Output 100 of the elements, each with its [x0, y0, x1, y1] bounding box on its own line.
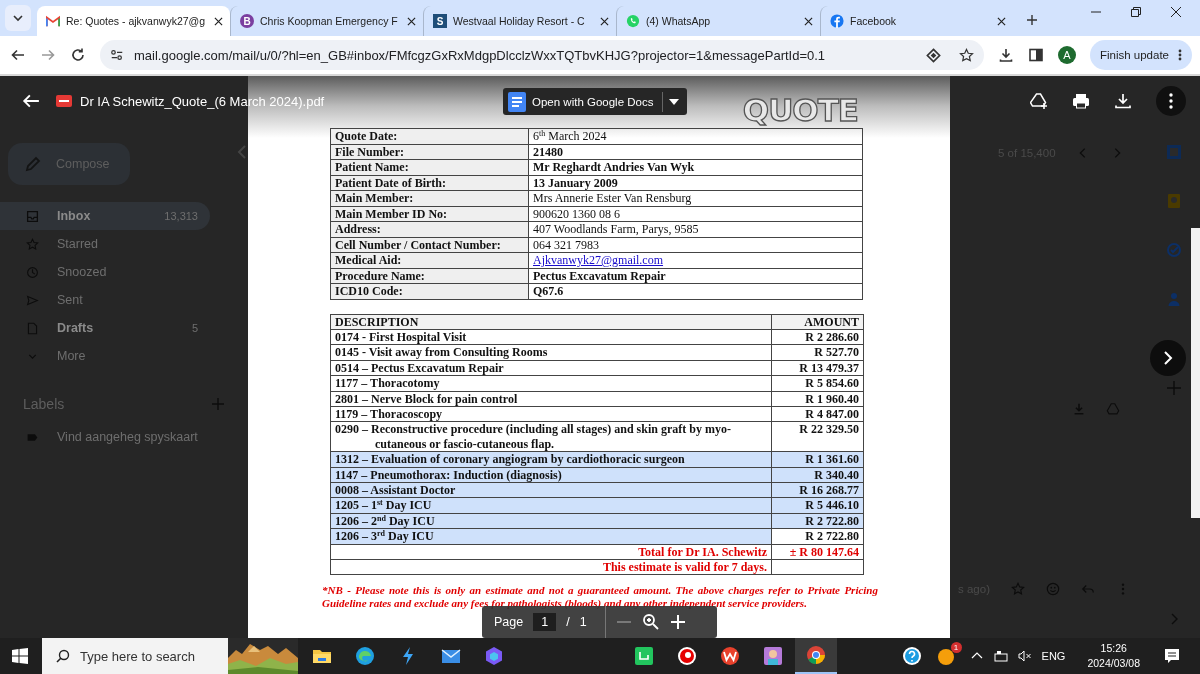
language-indicator[interactable]: ENG — [1041, 650, 1066, 662]
round-app-icon[interactable] — [935, 646, 956, 666]
mail-icon[interactable] — [441, 646, 461, 666]
circle-app-icon[interactable] — [677, 646, 697, 666]
profile-avatar[interactable]: A — [1057, 46, 1076, 64]
table-cell: 1179 – Thoracoscopy — [330, 406, 772, 422]
chevron-right-icon — [1163, 351, 1173, 365]
address-bar[interactable]: mail.google.com/mail/u/0/?hl=en_GB#inbox/FMfcgzGxRxMdgpDlcclzWxxTQTbvKHJG?projector=1&messagePartId=0.1 — [100, 40, 984, 70]
table-cell: Q67.6 — [528, 283, 863, 299]
notifications-icon[interactable] — [1162, 646, 1182, 666]
table-cell: 21480 — [528, 144, 863, 160]
table-cell: Mrs Annerie Ester Van Rensburg — [528, 190, 863, 206]
table-cell: 064 321 7983 — [528, 237, 863, 253]
table-cell: R 13 479.37 — [771, 360, 864, 376]
mail-folder[interactable]: Inbox 13,313 — [0, 202, 210, 230]
table-cell: 0174 - First Hospital Visit — [330, 329, 772, 345]
zoom-in-icon[interactable] — [669, 614, 686, 630]
scrollbar[interactable] — [1191, 228, 1200, 518]
table-cell: 1177 – Thoracotomy — [330, 375, 772, 392]
close-icon[interactable] — [997, 16, 1006, 26]
page-number-field[interactable]: 1 — [533, 613, 557, 631]
open-with-docs-button[interactable]: Open with Google Docs — [503, 88, 687, 115]
star-icon — [26, 237, 39, 251]
browser-tab[interactable]: Re: Quotes - ajkvanwyk27@g — [37, 6, 230, 36]
plus-icon — [1026, 14, 1038, 26]
mail-folder[interactable]: Drafts 5 — [0, 314, 210, 342]
close-icon[interactable] — [600, 16, 609, 26]
chevron-down-icon — [12, 12, 24, 24]
notification-badge: 1 — [950, 642, 962, 653]
more-icon — [1169, 93, 1173, 109]
game-app-icon[interactable] — [763, 646, 783, 666]
office-app-icon[interactable] — [720, 646, 740, 666]
table-cell: R 2 722.80 — [771, 528, 864, 545]
table-cell: 6$^{th}$ March 2024 — [528, 128, 863, 144]
back-arrow-icon[interactable] — [10, 47, 26, 63]
next-button[interactable] — [1150, 340, 1186, 376]
drive-add-icon[interactable] — [1030, 92, 1048, 110]
table-cell: 0290 – Reconstructive procedure (including all stages) and skin graft by myo-cutaneous or fascio-cutaneous flap. — [330, 421, 772, 452]
unread-count: 5 — [191, 322, 199, 334]
folder-label: Sent — [57, 293, 84, 307]
table-cell: 13 January 2009 — [528, 175, 863, 191]
table-cell: R 2 286.60 — [771, 329, 864, 345]
table-cell: 900620 1360 08 6 — [528, 206, 863, 222]
close-icon[interactable] — [407, 16, 416, 26]
star-icon[interactable] — [1010, 582, 1025, 596]
chat-app-icon[interactable] — [634, 646, 654, 666]
download-icon[interactable] — [997, 47, 1014, 63]
forward-arrow-icon[interactable] — [40, 47, 56, 63]
folder-label: Inbox — [57, 209, 92, 223]
search-icon — [56, 649, 70, 663]
close-icon[interactable] — [1170, 6, 1182, 18]
zoom-icon[interactable] — [641, 613, 660, 631]
table-cell: Mr Reghardt Andries Van Wyk — [528, 159, 863, 175]
tray-icon — [26, 209, 39, 223]
help-icon[interactable] — [901, 646, 922, 666]
windows-start-icon[interactable] — [12, 648, 28, 664]
tab-title: (4) WhatsApp — [646, 15, 712, 27]
site-icon: B — [240, 14, 254, 28]
network-icon[interactable] — [993, 650, 1008, 662]
tab-title: Westvaal Holiday Resort - C — [453, 15, 586, 27]
folder-label: More — [57, 349, 87, 363]
star-icon[interactable] — [958, 47, 974, 63]
more-button[interactable] — [1156, 86, 1186, 116]
document-lines-icon — [508, 91, 526, 112]
restore-icon[interactable] — [1130, 6, 1142, 18]
close-icon[interactable] — [804, 16, 813, 26]
table-cell: R 22 329.50 — [771, 421, 864, 452]
folder-label: Starred — [57, 237, 99, 251]
tab-search-button[interactable] — [5, 5, 31, 31]
update-button[interactable]: Finish update — [1089, 40, 1192, 70]
tab-title: Chris Koopman Emergency F — [260, 15, 399, 27]
tab-title: Re: Quotes - ajkvanwyk27@g — [66, 15, 207, 27]
chrome-taskbar-button[interactable] — [795, 638, 837, 674]
print-icon[interactable] — [1072, 92, 1090, 110]
pencil-icon — [24, 155, 42, 173]
close-icon[interactable] — [214, 16, 223, 26]
chevron-left-icon — [237, 144, 247, 159]
total-label: Total for Dr IA. Schewitz — [330, 544, 772, 560]
back-arrow-icon[interactable] — [22, 92, 40, 110]
volume-muted-icon[interactable] — [1017, 650, 1032, 662]
reload-icon[interactable] — [70, 47, 86, 63]
diamond-icon[interactable] — [925, 47, 941, 63]
table-cell: R 4 847.00 — [771, 406, 864, 422]
task-check-icon[interactable] — [1166, 242, 1182, 258]
clock[interactable]: 15:26 2024/03/08 — [1087, 641, 1140, 671]
caret-down-icon[interactable] — [669, 98, 679, 105]
hexagon-app-icon[interactable] — [484, 646, 504, 666]
table-cell: Pectus Excavatum Repair — [528, 268, 863, 284]
validity-note: This estimate is valid for 7 days. — [330, 559, 772, 575]
folder-label: Snoozed — [57, 265, 108, 279]
table-cell: 2801 – Nerve Block for pain control — [330, 391, 772, 407]
taskbar-search-field[interactable]: Type here to search — [42, 638, 228, 674]
browser-swirl-icon[interactable] — [355, 646, 375, 666]
site-settings-icon[interactable] — [110, 48, 124, 62]
url-text: mail.google.com/mail/u/0/?hl=en_GB#inbox/FMfcgzGxRxMdgpDlcclzWxxTQTbvKHJG?projector=1&messagePartId=0.1 — [134, 47, 827, 63]
column-header: AMOUNT — [771, 314, 864, 330]
side-panel-icon[interactable] — [1027, 47, 1044, 63]
mail-icon — [46, 14, 60, 28]
date-text: 2024/03/08 — [1087, 656, 1140, 671]
unread-count: 13,313 — [164, 210, 199, 222]
